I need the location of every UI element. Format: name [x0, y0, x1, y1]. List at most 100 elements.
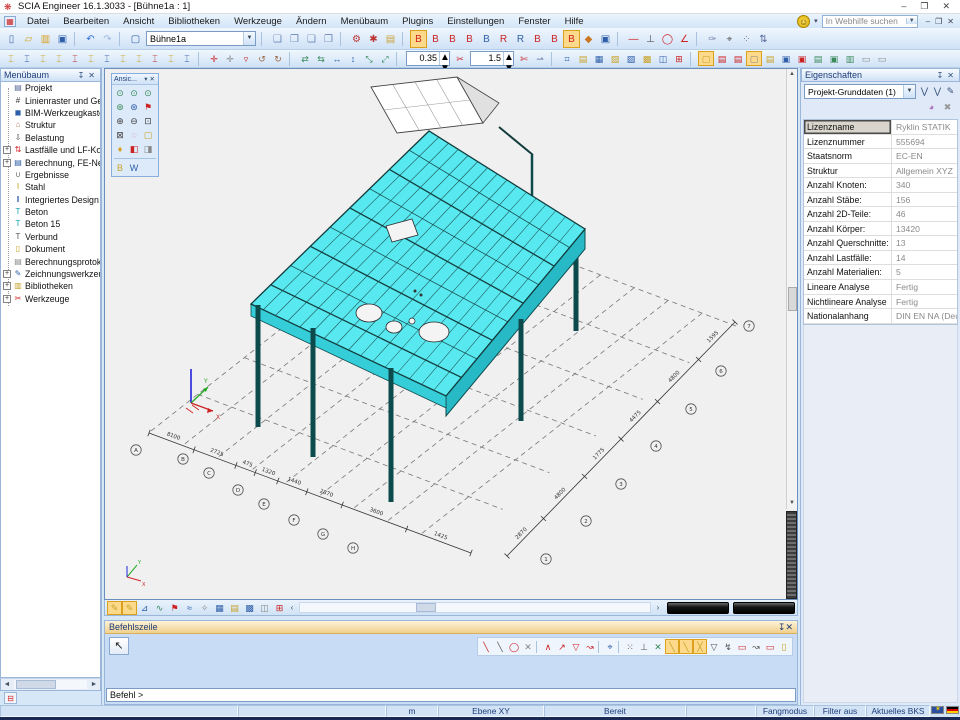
view-flag-icon[interactable]: ▣ — [794, 51, 810, 66]
document-icon[interactable]: ▦ — [591, 51, 607, 66]
expand-icon[interactable]: + — [3, 295, 11, 303]
snap-tri2-icon[interactable]: ▽ — [707, 639, 721, 654]
close-icon[interactable]: ✕ — [785, 622, 793, 633]
view-flag-icon[interactable]: ▣ — [826, 51, 842, 66]
sidebar-item-verbund[interactable]: TVerbund — [1, 231, 100, 243]
animation-window-2[interactable] — [733, 602, 795, 614]
view-persp-icon[interactable]: ⊛ — [127, 100, 141, 114]
status-cell[interactable]: Filter aus — [814, 705, 866, 717]
property-value[interactable]: 13 — [892, 236, 957, 250]
save-all-icon[interactable]: ▥ — [37, 30, 54, 48]
menu-werkzeuge[interactable]: Werkzeuge — [227, 15, 289, 28]
structure-model[interactable] — [251, 77, 585, 502]
document-icon[interactable]: ⌗ — [559, 51, 575, 66]
calculation-icon[interactable]: ⚙ — [348, 30, 365, 48]
minimize-button[interactable]: – — [901, 1, 906, 12]
selection-filter-icon[interactable]: ▣ — [597, 30, 614, 48]
expand-icon[interactable]: + — [3, 270, 11, 278]
zoom-in-icon[interactable]: ⊕ — [113, 114, 127, 128]
snap-endpoint-icon[interactable]: ╲ — [479, 639, 493, 654]
menu--ndern[interactable]: Ändern — [289, 15, 334, 28]
property-group-select[interactable]: Projekt-Grunddaten (1) ▼ — [804, 84, 916, 99]
extend-icon[interactable]: ⇀ — [532, 51, 548, 66]
selection-filter-icon[interactable]: B — [461, 30, 478, 48]
expand-icon[interactable]: + — [3, 282, 11, 290]
command-pen2-icon[interactable]: ✎ — [122, 601, 137, 615]
search-input[interactable]: In Webhilfe suchen — [823, 16, 906, 26]
snap-edge2-icon[interactable]: ╲ — [679, 639, 693, 654]
document-icon[interactable]: ▩ — [639, 51, 655, 66]
bks-icon[interactable]: B — [113, 161, 127, 175]
zoom-selection-icon[interactable]: ◌ — [127, 128, 141, 142]
property-value[interactable]: 5 — [892, 265, 957, 279]
property-value[interactable]: Ryklin STATIK — [892, 120, 957, 134]
expand-icon[interactable]: + — [3, 146, 11, 154]
view-combo[interactable]: Bühne1a▼ — [146, 31, 256, 46]
animation-window-1[interactable] — [667, 602, 729, 614]
sidebar-item-struktur[interactable]: ⌂Struktur — [1, 119, 100, 131]
maximize-button[interactable]: ❐ — [920, 1, 928, 12]
snap-peak-icon[interactable]: ∧ — [541, 639, 555, 654]
snap-cross-icon[interactable]: ╳ — [693, 639, 707, 654]
sidebar-item-beton-15[interactable]: TBeton 15 — [1, 218, 100, 230]
sidebar-item-berechnungsprotokoll[interactable]: ▤Berechnungsprotokoll — [1, 255, 100, 267]
tree-window-icon[interactable]: ⊟ — [4, 692, 17, 704]
snap-triangle-icon[interactable]: ▽ — [569, 639, 583, 654]
view-flag-icon[interactable]: ▣ — [778, 51, 794, 66]
section-icon[interactable]: ⌶ — [179, 51, 195, 66]
property-value[interactable]: Allgemein XYZ — [892, 164, 957, 178]
sidebar-item-bim-werkzeugkasten[interactable]: ◼BIM-Werkzeugkasten — [1, 107, 100, 119]
section-icon[interactable]: ⌶ — [131, 51, 147, 66]
view-flag-icon[interactable]: ▢ — [746, 51, 762, 66]
copy-icon[interactable]: ⇆ — [313, 51, 329, 66]
view-axo-icon[interactable]: ⊛ — [113, 100, 127, 114]
render-wire-icon[interactable]: ◧ — [127, 142, 141, 156]
move-icon[interactable]: ⇄ — [297, 51, 313, 66]
model-viewport[interactable]: ABCDEFGH1234567 — [104, 68, 798, 600]
selection-filter-icon[interactable]: R — [495, 30, 512, 48]
property-value[interactable]: 46 — [892, 207, 957, 221]
render-surface-icon[interactable]: ◨ — [141, 142, 155, 156]
document-icon[interactable]: ▨ — [623, 51, 639, 66]
sidebar-item-dokument[interactable]: ▯Dokument — [1, 243, 100, 255]
load-display-input[interactable]: 1.5▲▼ — [470, 51, 514, 66]
viewport-horizontal-scrollbar[interactable] — [299, 602, 651, 613]
snap-green-icon[interactable]: ✕ — [651, 639, 665, 654]
selection-filter-icon[interactable]: B — [444, 30, 461, 48]
help-caret-icon[interactable]: ▾ — [814, 17, 818, 25]
print-picture-icon[interactable]: ❐ — [286, 30, 303, 48]
status-cell[interactable]: Fangmodus — [756, 705, 814, 717]
menu-ansicht[interactable]: Ansicht — [116, 15, 161, 28]
pie-actions-icon[interactable]: ◕ — [925, 101, 938, 115]
property-value[interactable]: 156 — [892, 193, 957, 207]
sloped-beam[interactable] — [499, 127, 533, 155]
menu-plugins[interactable]: Plugins — [395, 15, 440, 28]
menu-einstellungen[interactable]: Einstellungen — [440, 15, 511, 28]
angle-icon[interactable]: ∠ — [676, 30, 693, 48]
node-snap-icon[interactable]: ✛ — [222, 51, 238, 66]
view-flag-icon[interactable]: ▥ — [842, 51, 858, 66]
snap-off-icon[interactable]: ✕ — [521, 639, 535, 654]
scrollbar-thumb[interactable] — [416, 603, 436, 612]
filter-edit-icon[interactable]: ⋁ — [931, 85, 944, 99]
chevron-down-icon[interactable]: ▼ — [903, 85, 915, 98]
close-icon[interactable]: ✕ — [149, 75, 156, 83]
snap-edge-icon[interactable]: ╲ — [665, 639, 679, 654]
selection-filter-icon[interactable]: B — [478, 30, 495, 48]
selection-filter-icon[interactable]: ◆ — [580, 30, 597, 48]
rotate-left-icon[interactable]: ↺ — [254, 51, 270, 66]
pin-icon[interactable]: ↧ — [76, 71, 87, 80]
grid-icon[interactable]: ▦ — [212, 601, 227, 615]
selection-filter-icon[interactable]: B — [546, 30, 563, 48]
command-pen-icon[interactable]: ✎ — [107, 601, 122, 615]
property-value[interactable]: Fertig — [892, 295, 957, 309]
coordinate-icon[interactable]: ⇅ — [755, 30, 772, 48]
mesh-icon[interactable]: ✱ — [365, 30, 382, 48]
open-project-icon[interactable]: ▱ — [20, 30, 37, 48]
circle-icon[interactable]: ◯ — [659, 30, 676, 48]
property-value[interactable]: 14 — [892, 251, 957, 265]
model-scene[interactable]: ABCDEFGH1234567 — [105, 69, 799, 601]
view-flag-icon[interactable]: ▤ — [762, 51, 778, 66]
zoom-all-icon[interactable]: ⊠ — [113, 128, 127, 142]
view-flag-icon[interactable]: ▭ — [874, 51, 890, 66]
